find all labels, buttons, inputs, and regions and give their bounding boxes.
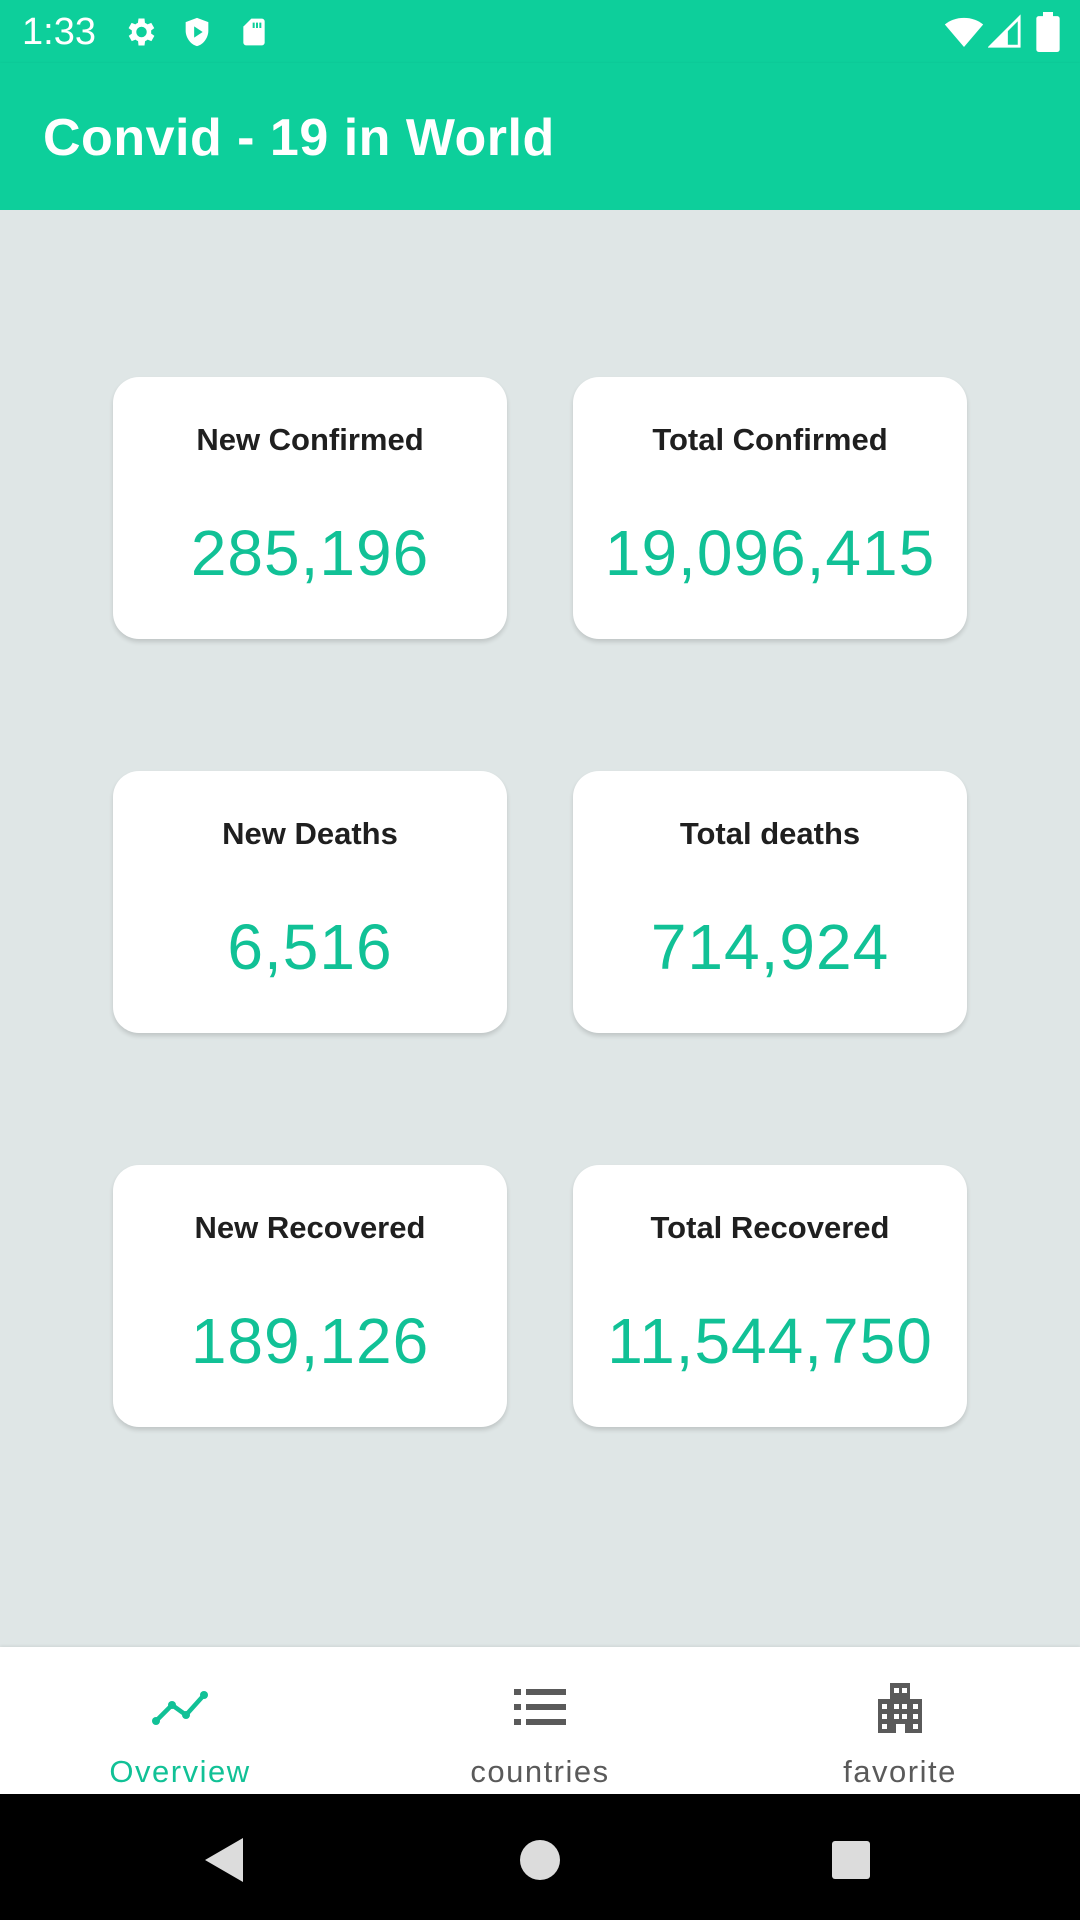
stat-label: New Deaths <box>222 816 398 851</box>
stat-value: 6,516 <box>227 911 393 983</box>
status-bar: 1:33 <box>0 0 1080 63</box>
list-icon <box>514 1689 566 1725</box>
stat-value: 189,126 <box>190 1305 430 1377</box>
stat-card-new-confirmed: New Confirmed 285,196 <box>113 377 507 639</box>
recents-icon[interactable] <box>823 1832 879 1888</box>
stat-label: New Confirmed <box>196 422 424 457</box>
trending-up-icon <box>152 1691 208 1725</box>
stat-card-new-deaths: New Deaths 6,516 <box>113 771 507 1033</box>
stats-panel: New Confirmed 285,196 Total Confirmed 19… <box>0 210 1080 1647</box>
status-time: 1:33 <box>22 11 96 53</box>
nav-label-overview: Overview <box>109 1754 251 1789</box>
nav-item-favorite[interactable]: favorite <box>720 1647 1080 1794</box>
shield-icon <box>185 17 209 47</box>
stat-value: 11,544,750 <box>607 1305 933 1377</box>
system-navigation-bar <box>0 1794 1080 1920</box>
sd-card-icon <box>243 18 265 46</box>
stat-value: 19,096,415 <box>604 517 936 589</box>
stat-value: 285,196 <box>190 517 430 589</box>
wifi-icon <box>944 17 984 47</box>
nav-item-overview[interactable]: Overview <box>0 1647 360 1794</box>
bottom-navigation: Overview countries favorite <box>0 1647 1080 1794</box>
stat-card-new-recovered: New Recovered 189,126 <box>113 1165 507 1427</box>
stat-value: 714,924 <box>650 911 890 983</box>
back-icon[interactable] <box>197 1832 253 1888</box>
stat-label: New Recovered <box>194 1210 426 1245</box>
nav-label-favorite: favorite <box>843 1754 957 1789</box>
battery-icon <box>1036 12 1060 52</box>
app-bar: Convid - 19 in World <box>0 63 1080 210</box>
gear-icon <box>128 18 155 46</box>
stat-card-total-confirmed: Total Confirmed 19,096,415 <box>573 377 967 639</box>
stat-label: Total Confirmed <box>652 422 888 457</box>
home-icon[interactable] <box>512 1832 568 1888</box>
nav-label-countries: countries <box>470 1754 610 1789</box>
page-title: Convid - 19 in World <box>43 109 555 167</box>
stat-label: Total deaths <box>679 816 861 851</box>
stat-card-total-deaths: Total deaths 714,924 <box>573 771 967 1033</box>
nav-item-countries[interactable]: countries <box>360 1647 720 1794</box>
stat-card-total-recovered: Total Recovered 11,544,750 <box>573 1165 967 1427</box>
signal-icon <box>988 14 1021 48</box>
stat-label: Total Recovered <box>650 1210 890 1245</box>
building-icon <box>878 1683 922 1733</box>
